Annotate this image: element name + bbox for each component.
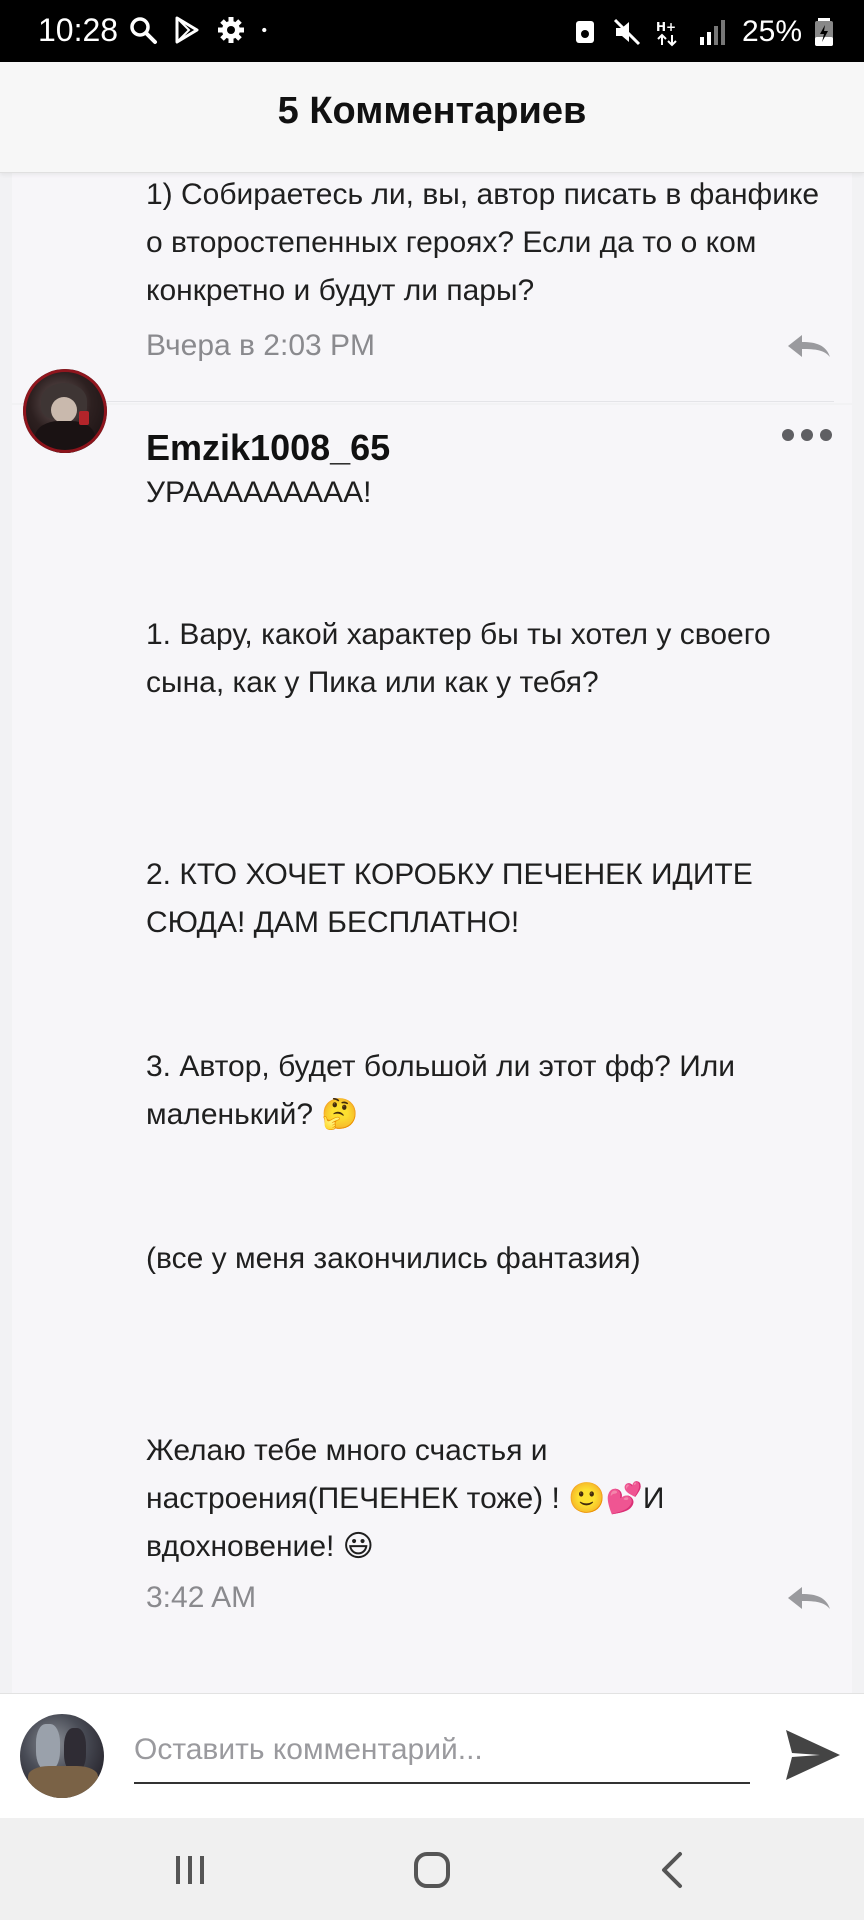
network-ht-icon: H+ [656, 20, 677, 47]
comment-input-bar [0, 1693, 864, 1818]
signal-icon [699, 20, 725, 45]
status-time: 10:28 [38, 12, 119, 48]
reply-icon[interactable] [786, 333, 832, 359]
comment-paragraph: Желаю тебе много счастья и настроения(ПЕ… [146, 1434, 665, 1563]
comment-card: 1) Собираетесь ли, вы, автор писать в фа… [12, 173, 852, 403]
comments-header: 5 Комментариев [0, 62, 864, 173]
comment-paragraph: УРААААААААА! [146, 476, 372, 509]
status-bar: 10:28 H+ 25% [0, 0, 864, 62]
send-icon[interactable] [784, 1726, 842, 1784]
system-nav-bar [0, 1818, 864, 1920]
more-options-icon[interactable] [780, 427, 834, 443]
back-icon[interactable] [652, 1848, 696, 1892]
comment-list[interactable]: 1) Собираетесь ли, вы, автор писать в фа… [0, 173, 864, 1693]
comment-paragraph: 2. КТО ХОЧЕТ КОРОБКУ ПЕЧЕНЕК ИДИТЕ СЮДА!… [146, 858, 753, 939]
avatar[interactable] [23, 369, 107, 453]
home-icon[interactable] [410, 1848, 454, 1892]
recent-apps-icon[interactable] [168, 1848, 212, 1892]
comment-paragraph: 3. Автор, будет большой ли этот фф? Или … [146, 1050, 736, 1131]
search-icon [130, 17, 157, 44]
comment-timestamp: 3:42 AM [146, 1581, 257, 1614]
divider [34, 401, 834, 402]
battery-percent: 25% [741, 15, 802, 48]
screen-share-icon [575, 21, 594, 43]
comment-paragraph: 1. Вару, какой характер бы ты хотел у св… [146, 618, 771, 699]
comment-input[interactable] [134, 1718, 750, 1784]
mute-icon [613, 18, 641, 46]
settings-icon [218, 17, 244, 43]
comment-paragraph: (все у меня закончились фантазия) [146, 1242, 641, 1275]
comment-username[interactable]: Emzik1008_65 [146, 427, 390, 469]
dot-icon [262, 27, 267, 33]
comment-text: 1) Собираетесь ли, вы, автор писать в фа… [146, 178, 820, 307]
svg-text:H+: H+ [656, 20, 676, 34]
comment-timestamp: Вчера в 2:03 PM [146, 329, 376, 362]
battery-icon [815, 18, 833, 46]
reply-icon[interactable] [786, 1585, 832, 1611]
page-title: 5 Комментариев [277, 90, 587, 132]
comment-card: Emzik1008_65 УРААААААААА! 1. Вару, какой… [12, 405, 852, 1693]
play-store-icon [175, 16, 199, 44]
avatar [20, 1714, 104, 1798]
